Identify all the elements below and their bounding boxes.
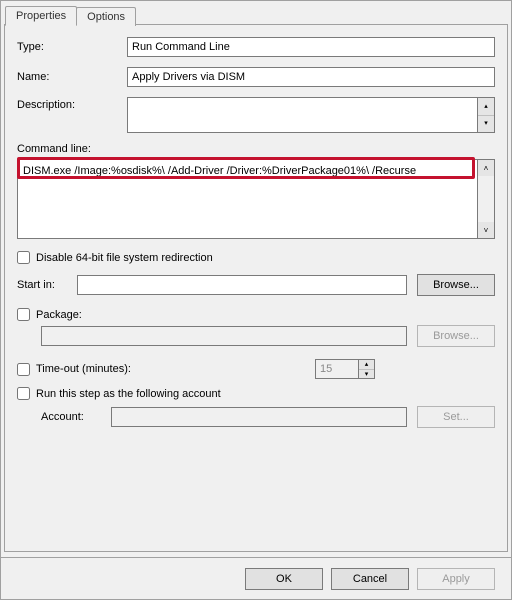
package-label: Package: — [36, 309, 82, 321]
description-scroll[interactable]: ▴ ▾ — [478, 97, 495, 133]
timeout-spinner[interactable]: ▴ ▾ — [315, 359, 375, 379]
browse-package-button: Browse... — [417, 325, 495, 347]
timeout-checkbox[interactable]: Time-out (minutes): — [17, 363, 131, 376]
startin-label: Start in: — [17, 279, 67, 291]
package-input[interactable] — [17, 308, 30, 321]
ok-button[interactable]: OK — [245, 568, 323, 590]
tab-options[interactable]: Options — [76, 7, 136, 26]
browse-startin-button[interactable]: Browse... — [417, 274, 495, 296]
chevron-up-icon[interactable]: ˄ — [478, 160, 494, 176]
apply-button: Apply — [417, 568, 495, 590]
timeout-label: Time-out (minutes): — [36, 363, 131, 375]
runas-checkbox[interactable]: Run this step as the following account — [17, 387, 495, 400]
name-field[interactable] — [127, 67, 495, 87]
disable-redirection-input[interactable] — [17, 251, 30, 264]
chevron-up-icon[interactable]: ▴ — [359, 360, 374, 370]
dialog-footer: OK Cancel Apply — [1, 557, 511, 599]
commandline-scrollbar[interactable]: ˄ ˅ — [478, 159, 495, 239]
disable-redirection-checkbox[interactable]: Disable 64-bit file system redirection — [17, 251, 495, 264]
description-label: Description: — [17, 97, 127, 111]
set-account-button: Set... — [417, 406, 495, 428]
commandline-label: Command line: — [17, 143, 495, 155]
cancel-button[interactable]: Cancel — [331, 568, 409, 590]
properties-panel: Type: Name: Description: ▴ ▾ Command lin… — [4, 24, 508, 552]
timeout-value — [315, 359, 359, 379]
tab-strip: Properties Options — [1, 3, 511, 26]
type-field — [127, 37, 495, 57]
chevron-down-icon[interactable]: ▾ — [359, 370, 374, 379]
package-checkbox[interactable]: Package: — [17, 308, 495, 321]
runas-input[interactable] — [17, 387, 30, 400]
dialog-window: Properties Options Type: Name: Descripti… — [0, 0, 512, 600]
timeout-input[interactable] — [17, 363, 30, 376]
runas-label: Run this step as the following account — [36, 388, 221, 400]
disable-redirection-label: Disable 64-bit file system redirection — [36, 252, 213, 264]
account-label: Account: — [41, 411, 101, 423]
chevron-up-icon[interactable]: ▴ — [478, 98, 494, 116]
startin-field[interactable] — [77, 275, 407, 295]
package-field — [41, 326, 407, 346]
tab-properties[interactable]: Properties — [5, 6, 77, 26]
chevron-down-icon[interactable]: ˅ — [478, 222, 494, 238]
account-field — [111, 407, 407, 427]
type-label: Type: — [17, 41, 127, 53]
commandline-field[interactable]: DISM.exe /Image:%osdisk%\ /Add-Driver /D… — [17, 159, 478, 239]
chevron-down-icon[interactable]: ▾ — [478, 116, 494, 133]
description-field[interactable] — [127, 97, 478, 133]
name-label: Name: — [17, 71, 127, 83]
